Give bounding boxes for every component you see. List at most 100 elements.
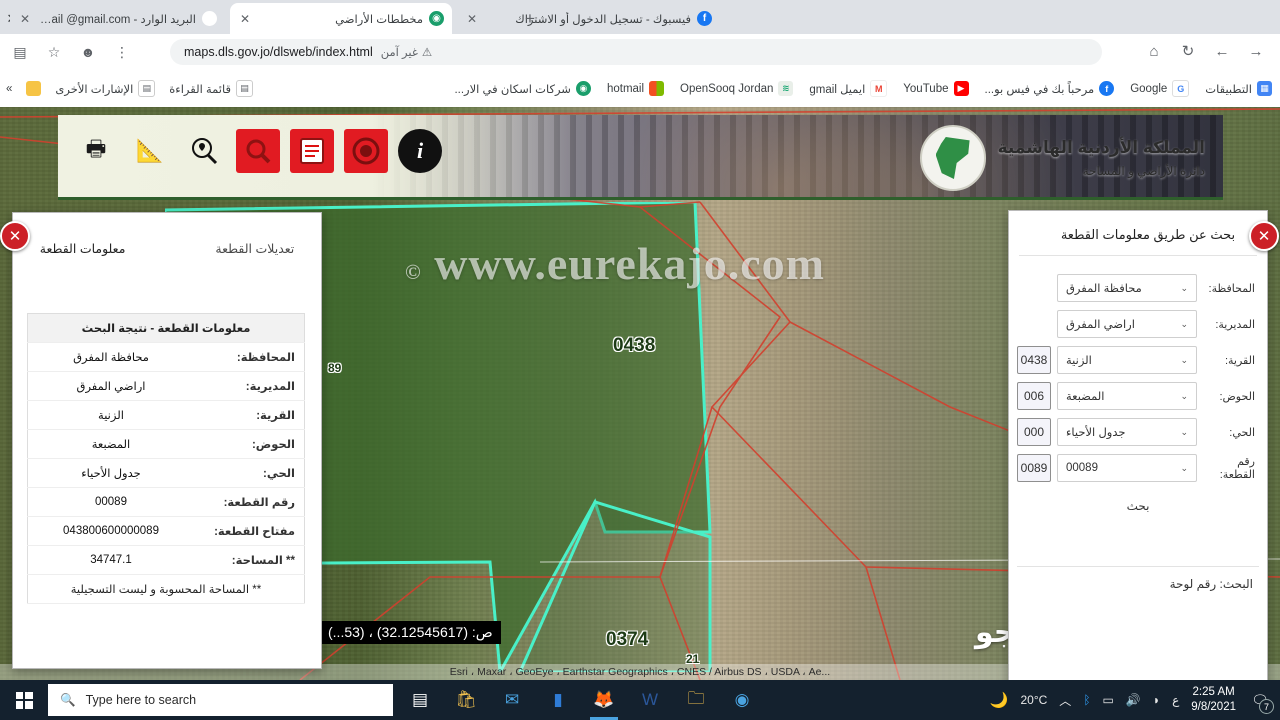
profile-icon[interactable]: ☻: [78, 39, 98, 65]
volume-icon[interactable]: 🔊: [1126, 693, 1141, 707]
reading-list-button[interactable]: ▤ قائمة القراءة: [169, 80, 253, 97]
row-value: الزنية: [27, 400, 194, 430]
search-by-plate-label[interactable]: البحث: رقم لوحة: [1170, 577, 1253, 591]
parcel-search-panel: ✕ بحث عن طريق معلومات القطعة المحافظة: ⌄…: [1008, 210, 1279, 680]
chevron-down-icon: ⌄: [1180, 426, 1188, 437]
governorate-select[interactable]: ⌄ محافظة المفرق: [1057, 274, 1197, 302]
bookmark-label: hotmail: [606, 82, 645, 95]
tab-gmail[interactable]: M البريد الوارد - Gmail @gmail.com ✕: [10, 3, 225, 34]
search-button[interactable]: بحث: [1009, 499, 1267, 513]
select-value: اراضي المفرق: [1066, 319, 1135, 331]
language-indicator[interactable]: ع: [1172, 693, 1179, 707]
wifi-icon[interactable]: ◗: [1153, 693, 1160, 707]
neighborhood-select[interactable]: ⌄ جدول الأحياء: [1057, 418, 1197, 446]
field-governorate: المحافظة: ⌄ محافظة المفرق: [1017, 273, 1255, 303]
other-bookmarks-button[interactable]: ▤ الإشارات الأخرى: [55, 80, 156, 97]
chrome-menu-icon[interactable]: ⋮: [112, 39, 132, 65]
tab-parcel-info[interactable]: معلومات القطعة: [40, 241, 126, 256]
browser-chrome: ✕ ❐ — M البريد الوارد - Gmail @gmail.com…: [0, 0, 1280, 108]
address-bar[interactable]: maps.dls.gov.jo/dlsweb/index.html ⚠ غير …: [170, 39, 1102, 65]
close-icon[interactable]: ✕: [1249, 221, 1279, 251]
row-value: محافظة المفرق: [27, 342, 194, 372]
windows-start-icon[interactable]: [0, 680, 48, 720]
task-view-icon[interactable]: ▤: [400, 680, 440, 720]
tray-expand-icon[interactable]: ︿: [1059, 692, 1071, 709]
mail-icon[interactable]: ✉: [492, 680, 532, 720]
bookmark-housing[interactable]: ◉ شركات اسكان في الار...: [454, 81, 591, 96]
back-icon[interactable]: ←: [1212, 39, 1232, 65]
neighborhood-code-input[interactable]: 000: [1017, 418, 1051, 446]
info-icon[interactable]: i: [398, 129, 442, 173]
chevron-down-icon: ⌄: [1180, 354, 1188, 365]
bookmark-label: التطبيقات: [1205, 83, 1252, 96]
globe-icon: ◉: [429, 11, 444, 26]
bookmark-youtube[interactable]: ▶ YouTube: [903, 81, 969, 96]
clock-date: 9/8/2021: [1191, 701, 1236, 713]
bookmark-apps[interactable]: ▦ التطبيقات: [1205, 81, 1272, 96]
close-icon[interactable]: ✕: [238, 12, 252, 26]
table-row: المحافظة: محافظة المفرق: [27, 342, 305, 372]
document-icon[interactable]: [290, 129, 334, 173]
bookmark-opensooq[interactable]: ≋ OpenSooq Jordan: [680, 81, 794, 96]
close-icon[interactable]: ✕: [465, 12, 479, 26]
bluetooth-icon[interactable]: ᛒ: [1083, 693, 1090, 707]
close-icon[interactable]: ✕: [18, 12, 32, 26]
security-indicator[interactable]: ⚠ غير آمن: [381, 45, 432, 59]
chevron-down-icon: ⌄: [1180, 462, 1188, 473]
target-location-icon[interactable]: [344, 129, 388, 173]
parcel-number-select[interactable]: ⌄ 00089: [1057, 454, 1197, 482]
measure-icon[interactable]: 📐: [128, 129, 172, 173]
basin-select[interactable]: ⌄ المضبعة: [1057, 382, 1197, 410]
reload-icon[interactable]: ↻: [1178, 39, 1198, 65]
gmail-icon: M: [870, 80, 888, 97]
bookmark-star-icon[interactable]: ☆: [44, 39, 64, 65]
watermark-text: www.eurekajo.com: [434, 238, 825, 289]
new-tab-button[interactable]: +: [518, 8, 542, 32]
home-icon[interactable]: ⌂: [1144, 39, 1164, 65]
store-icon[interactable]: 🛍: [446, 680, 486, 720]
tab-land-maps[interactable]: ◉ مخططات الأراضي ✕: [230, 3, 452, 34]
bookmark-facebook[interactable]: f مرحباً بك في فيس بو...: [985, 81, 1115, 96]
table-row: الحي: جدول الأحياء: [27, 458, 305, 488]
notifications-icon[interactable]: 🗨 7: [1248, 688, 1274, 714]
bookmark-google[interactable]: G Google: [1130, 80, 1190, 97]
extension-icon[interactable]: ▤: [10, 39, 30, 65]
chevron-down-icon: ⌄: [1180, 318, 1188, 329]
bookmark-hotmail[interactable]: hotmail: [606, 81, 665, 96]
facebook-icon: f: [697, 11, 712, 26]
bookmark-label: Google: [1130, 82, 1168, 95]
bookmark-folder[interactable]: [26, 81, 42, 96]
search-icon[interactable]: [236, 129, 280, 173]
find-location-icon[interactable]: [182, 129, 226, 173]
parcel-code-input[interactable]: 0089: [1017, 454, 1051, 482]
word-icon[interactable]: W: [630, 680, 670, 720]
url-text: maps.dls.gov.jo/dlsweb/index.html: [184, 45, 373, 59]
field-label: القرية:: [1224, 354, 1255, 367]
chevron-down-icon: ⌄: [1180, 282, 1188, 293]
bookmark-gmail[interactable]: M ايميل gmail: [809, 80, 888, 97]
onedrive-icon[interactable]: ▮: [538, 680, 578, 720]
field-basin: الحوض: ⌄ المضبعة 006: [1017, 381, 1255, 411]
chrome-icon[interactable]: ◉: [722, 680, 762, 720]
tab-facebook[interactable]: f فيسبوك - تسجيل الدخول أو الاشتراك ✕: [457, 3, 720, 34]
divider: [1017, 566, 1259, 567]
directorate-select[interactable]: ⌄ اراضي المفرق: [1057, 310, 1197, 338]
explorer-icon[interactable]: 🗀: [676, 680, 716, 720]
tab-parcel-edits[interactable]: تعديلات القطعة: [215, 241, 294, 256]
taskbar-clock[interactable]: 2:25 AM 9/8/2021: [1191, 685, 1236, 715]
forward-icon[interactable]: →: [1246, 39, 1266, 65]
weather-temp[interactable]: 20°C: [1020, 693, 1047, 707]
battery-icon[interactable]: ▭: [1103, 693, 1114, 707]
taskbar-search-input[interactable]: 🔍 Type here to search: [48, 684, 393, 716]
print-icon[interactable]: 🖶: [74, 129, 118, 173]
firefox-icon[interactable]: 🦊: [584, 680, 624, 720]
village-code-input[interactable]: 0438: [1017, 346, 1051, 374]
facebook-icon: f: [1099, 81, 1115, 96]
basin-code-input[interactable]: 006: [1017, 382, 1051, 410]
brand-line-2: دائرة الأراضي و المساحة: [1082, 164, 1205, 178]
coordinate-readout: ص: (32.12545617) ، (53...): [320, 621, 501, 644]
bookmarks-overflow-button[interactable]: »: [6, 83, 12, 95]
table-row: رقم القطعة: 00089: [27, 487, 305, 517]
village-select[interactable]: ⌄ الزنية: [1057, 346, 1197, 374]
bookmark-label: الإشارات الأخرى: [55, 83, 134, 96]
